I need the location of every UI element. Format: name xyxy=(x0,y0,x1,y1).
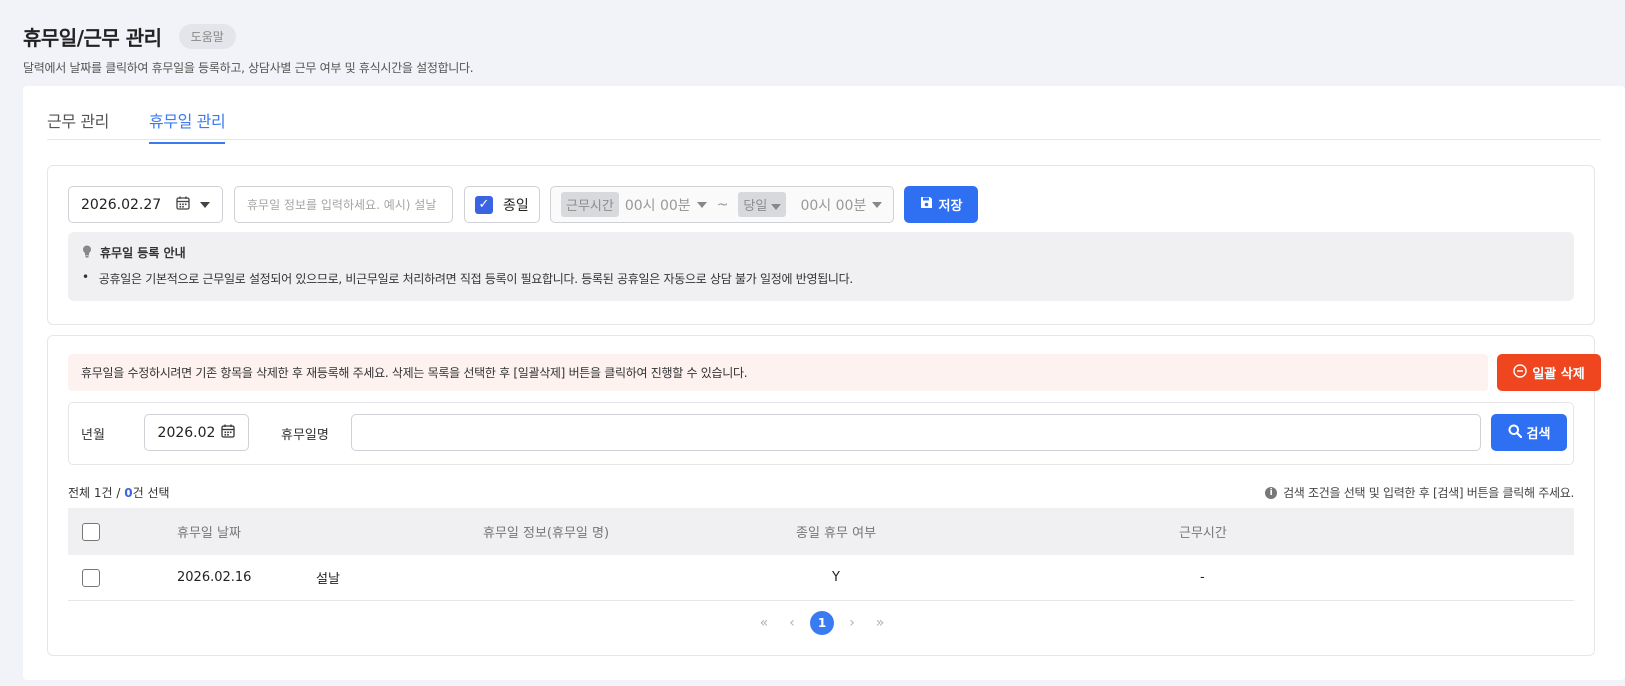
edit-notice: 휴무일을 수정하시려면 기존 항목을 삭제한 후 재등록해 주세요. 삭제는 목… xyxy=(68,354,1488,391)
tab-work-management[interactable]: 근무 관리 xyxy=(47,108,109,142)
same-day-label: 당일 xyxy=(743,199,768,214)
pagination: « ‹ 1 › » xyxy=(48,611,1596,635)
chevron-down-icon xyxy=(200,201,210,208)
month-picker[interactable]: 2026.02 xyxy=(144,414,249,451)
holiday-register-panel: 2026.02.27 ✓ 종일 근무시간 00시 00분 ~ 당일 00시 00… xyxy=(47,165,1595,325)
row-checkbox[interactable] xyxy=(82,568,100,587)
work-time-label: 근무시간 xyxy=(561,192,619,217)
tab-holiday-management[interactable]: 휴무일 관리 xyxy=(149,108,226,144)
table-header: 휴무일 날짜 휴무일 정보(휴무일 명) 종일 휴무 여부 근무시간 xyxy=(68,508,1574,555)
holiday-name-input[interactable] xyxy=(351,414,1481,451)
search-label: 검색 xyxy=(1526,427,1551,442)
chevron-down-icon xyxy=(696,201,707,208)
month-label: 년월 xyxy=(81,428,105,443)
prev-page-button[interactable]: ‹ xyxy=(782,615,802,631)
row-work-time: - xyxy=(1200,570,1205,585)
info-icon: i xyxy=(1265,486,1278,499)
guide-title: 휴무일 등록 안내 xyxy=(100,246,186,260)
holiday-info-input[interactable] xyxy=(234,186,453,223)
count-prefix: 전체 1건 / xyxy=(68,486,125,500)
search-button[interactable]: 검색 xyxy=(1491,414,1567,451)
calendar-icon xyxy=(176,196,190,214)
chevron-down-icon xyxy=(771,204,782,210)
guide-item: • 공휴일은 기본적으로 근무일로 설정되어 있으므로, 비근무일로 처리하려면… xyxy=(82,270,1560,287)
range-separator: ~ xyxy=(716,196,729,213)
bullet: • xyxy=(82,270,89,284)
check-icon: ✓ xyxy=(475,195,493,214)
calendar-icon xyxy=(221,424,236,442)
search-form: 년월 2026.02 휴무일명 검색 xyxy=(68,402,1574,465)
col-work-time: 근무시간 xyxy=(1179,526,1227,541)
guide-item-text: 공휴일은 기본적으로 근무일로 설정되어 있으므로, 비근무일로 처리하려면 직… xyxy=(98,272,853,286)
table-row[interactable]: 2026.02.16 설날 Y - xyxy=(68,555,1574,601)
row-info: 설날 xyxy=(316,572,340,587)
page-1-button[interactable]: 1 xyxy=(810,611,834,635)
save-label: 저장 xyxy=(938,199,963,214)
holiday-table: 휴무일 날짜 휴무일 정보(휴무일 명) 종일 휴무 여부 근무시간 2026.… xyxy=(68,508,1574,601)
main-card: 근무 관리 휴무일 관리 2026.02.27 ✓ 종일 근무시간 00시 00… xyxy=(23,86,1625,680)
row-date: 2026.02.16 xyxy=(177,570,252,585)
bulk-delete-label: 일괄 삭제 xyxy=(1532,367,1585,382)
lightbulb-icon xyxy=(82,245,92,261)
page-description: 달력에서 날짜를 클릭하여 휴무일을 등록하고, 상담사별 근무 여부 및 휴식… xyxy=(23,61,474,75)
page-title: 휴무일/근무 관리 xyxy=(23,26,162,50)
count-suffix: 건 선택 xyxy=(132,486,170,500)
minus-circle-icon xyxy=(1513,363,1528,382)
tab-bar: 근무 관리 휴무일 관리 xyxy=(47,108,1601,144)
help-button[interactable]: 도움말 xyxy=(178,24,236,49)
allday-checkbox[interactable]: ✓ 종일 xyxy=(464,186,540,223)
select-all-checkbox[interactable] xyxy=(82,522,100,541)
save-button[interactable]: 저장 xyxy=(904,186,978,223)
result-count: 전체 1건 / 0건 선택 xyxy=(68,484,170,501)
guide-title-row: 휴무일 등록 안내 xyxy=(82,244,1560,261)
register-guide: 휴무일 등록 안내 • 공휴일은 기본적으로 근무일로 설정되어 있으므로, 비… xyxy=(68,232,1574,301)
date-picker[interactable]: 2026.02.27 xyxy=(68,186,223,223)
col-allday: 종일 휴무 여부 xyxy=(796,526,877,541)
search-icon xyxy=(1508,424,1522,442)
date-value: 2026.02.27 xyxy=(81,196,162,213)
col-info: 휴무일 정보(휴무일 명) xyxy=(483,526,610,541)
work-time-range: 근무시간 00시 00분 ~ 당일 00시 00분 xyxy=(550,186,894,223)
same-day-select[interactable]: 당일 xyxy=(738,192,787,217)
search-hint-text: 검색 조건을 선택 및 입력한 후 [검색] 버튼을 클릭해 주세요. xyxy=(1283,486,1574,500)
holiday-name-label: 휴무일명 xyxy=(281,428,329,443)
selected-count: 0 xyxy=(124,486,133,500)
bulk-delete-button[interactable]: 일괄 삭제 xyxy=(1497,354,1601,391)
allday-label: 종일 xyxy=(503,197,529,214)
col-date: 휴무일 날짜 xyxy=(177,526,241,541)
month-value: 2026.02 xyxy=(157,424,216,441)
row-allday: Y xyxy=(832,570,840,585)
chevron-down-icon xyxy=(872,201,883,208)
start-time-select[interactable]: 00시 00분 xyxy=(625,195,691,215)
holiday-list-panel: 휴무일을 수정하시려면 기존 항목을 삭제한 후 재등록해 주세요. 삭제는 목… xyxy=(47,335,1601,656)
next-page-button[interactable]: › xyxy=(842,615,862,631)
first-page-button[interactable]: « xyxy=(754,615,774,631)
search-hint: i 검색 조건을 선택 및 입력한 후 [검색] 버튼을 클릭해 주세요. xyxy=(1265,484,1574,501)
page-header: 휴무일/근무 관리 도움말 달력에서 날짜를 클릭하여 휴무일을 등록하고, 상… xyxy=(23,22,474,76)
last-page-button[interactable]: » xyxy=(870,615,890,631)
end-time-select[interactable]: 00시 00분 xyxy=(800,195,866,215)
floppy-icon xyxy=(920,196,933,213)
